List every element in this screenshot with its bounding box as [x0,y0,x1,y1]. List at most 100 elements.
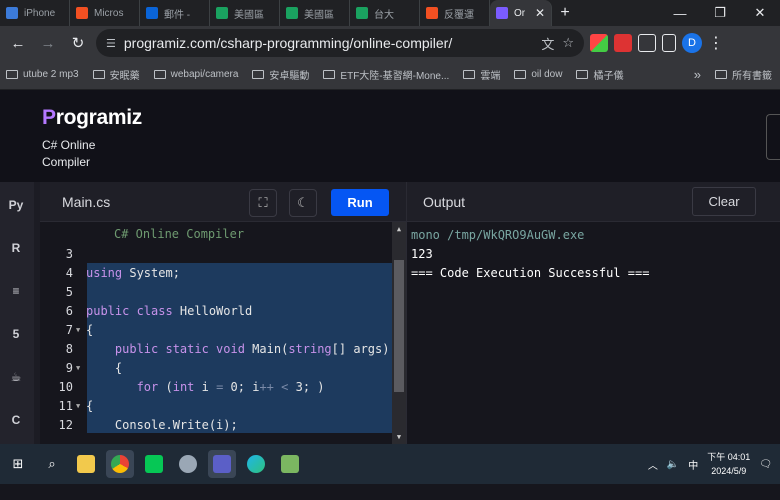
address-bar[interactable]: ☰ programiz.com/csharp-programming/onlin… [96,29,584,57]
back-icon[interactable]: ← [6,31,30,55]
browser-toolbar: ← → ↻ ☰ programiz.com/csharp-programming… [0,26,780,60]
scrollbar-thumb[interactable] [394,260,404,392]
close-tab-icon[interactable]: ✕ [535,6,545,20]
fold-arrow-icon[interactable]: ▼ [76,326,86,334]
scroll-up-icon[interactable]: ▲ [392,222,406,236]
browser-tab[interactable]: iPhone [0,0,70,26]
folder-icon [92,70,105,79]
bookmark-folder[interactable]: webapi/camera [153,69,238,80]
tab-favicon [216,7,228,19]
folder-icon [6,70,18,79]
extension-icon[interactable] [590,34,608,52]
bookmark-folder[interactable]: 安眠藥 [92,67,140,82]
browser-tab[interactable]: 反覆運 [420,0,490,26]
restore-button[interactable]: ❐ [700,0,740,26]
tab-favicon [286,7,298,19]
java-icon[interactable]: ☕ [5,366,27,388]
run-button[interactable]: Run [331,189,389,216]
code-line: 3 [65,246,73,261]
app-icon[interactable] [174,450,202,478]
tab-strip: iPhone Micros 郵件 - 美國區 美國區 台大 反覆運 Or ✕ + … [0,0,780,26]
code-editor[interactable]: C# Online Compiler 3 4 using System; 5 6p… [40,222,406,444]
windows-taskbar: ⊞ ⌕ ︿ 🔈 中 下午 04:01 2024/5/9 🗨 [0,444,780,484]
folder-icon [252,70,265,79]
ime-indicator[interactable]: 中 [688,457,698,472]
bookmark-folder[interactable]: 橘子儀 [576,67,623,82]
photos-icon[interactable] [276,450,304,478]
line-icon[interactable] [140,450,168,478]
folder-icon [323,70,336,79]
editor-header: Main.cs ⛶ ☾ Run [40,182,406,222]
html-icon[interactable]: 5 [5,323,27,345]
menu-kebab-icon[interactable]: ⋮ [708,33,724,53]
fold-arrow-icon[interactable]: ▼ [76,402,86,410]
fullscreen-icon[interactable]: ⛶ [249,189,277,217]
output-line: mono /tmp/WkQRO9AuGW.exe [411,228,585,242]
side-panel-icon[interactable] [662,34,676,52]
theme-moon-icon[interactable]: ☾ [289,189,317,217]
file-tab[interactable]: Main.cs [62,194,110,210]
code-line: 8 public static void Main(string[] args) [65,341,390,356]
bookmark-folder[interactable]: 雲端 [463,67,500,82]
teams-icon[interactable] [208,450,236,478]
file-explorer-icon[interactable] [72,450,100,478]
forward-icon[interactable]: → [36,31,60,55]
translate-icon[interactable]: 文 [541,34,554,53]
bookmark-star-icon[interactable]: ☆ [562,35,574,51]
clock[interactable]: 下午 04:01 2024/5/9 [707,450,750,478]
search-icon[interactable]: ⌕ [38,450,66,478]
editor-scrollbar[interactable]: ▲ ▼ [392,222,406,444]
bookmark-folder[interactable]: utube 2 mp3 [6,69,79,80]
browser-tab[interactable]: 美國區 [210,0,280,26]
side-drawer-handle[interactable] [766,114,780,160]
output-console: mono /tmp/WkQRO9AuGW.exe 123 === Code Ex… [406,222,780,444]
browser-tab[interactable]: Micros [70,0,140,26]
code-line: C# Online Compiler [114,226,245,241]
close-window-button[interactable]: ✕ [740,0,780,26]
reload-icon[interactable]: ↻ [66,31,90,55]
tab-favicon [146,7,158,19]
system-tray: ︿ 🔈 中 下午 04:01 2024/5/9 🗨 [648,444,772,484]
tray-chevron-icon[interactable]: ︿ [648,457,658,472]
r-icon[interactable]: R [5,237,27,259]
url-text[interactable]: programiz.com/csharp-programming/online-… [124,35,533,51]
extensions-puzzle-icon[interactable] [638,34,656,52]
browser-tab-active[interactable]: Or ✕ [490,0,552,26]
bookmark-folder[interactable]: ETF大陸-基習網-Mone... [323,67,449,82]
edge-icon[interactable] [242,450,270,478]
sql-icon[interactable]: ≡ [5,280,27,302]
programiz-logo[interactable]: Programiz [42,106,142,130]
bookmark-folder[interactable]: 安卓驅動 [252,67,309,82]
volume-icon[interactable]: 🔈 [667,459,679,470]
folder-icon [514,70,527,79]
notification-icon[interactable]: 🗨 [759,459,772,470]
extension-icon[interactable] [614,34,632,52]
folder-icon [576,70,589,79]
browser-tab[interactable]: 美國區 [280,0,350,26]
bookmarks-bar: utube 2 mp3 安眠藥 webapi/camera 安卓驅動 ETF大陸… [0,60,780,90]
scroll-down-icon[interactable]: ▼ [392,430,406,444]
python-icon[interactable]: Py [5,194,27,216]
site-info-icon[interactable]: ☰ [106,37,116,50]
fold-arrow-icon[interactable]: ▼ [76,364,86,372]
code-line: 12 Console.Write(i); [58,417,238,432]
minimize-button[interactable]: — [660,0,700,26]
new-tab-button[interactable]: + [552,0,578,26]
site-header: Programiz C# Online Compiler [0,90,780,182]
windows-start-icon[interactable]: ⊞ [4,450,32,478]
browser-tab[interactable]: 台大 [350,0,420,26]
all-bookmarks-button[interactable]: 所有書籤 [715,67,772,82]
code-line: 10 for (int i = 0; i++ < 3; ) [58,379,325,394]
tab-favicon [426,7,438,19]
profile-avatar[interactable]: D [682,33,702,53]
bookmarks-overflow-button[interactable]: » [694,67,701,82]
c-icon[interactable]: C [5,409,27,431]
language-sidebar: Py R ≡ 5 ☕ C [0,182,34,444]
compiler-workspace: Py R ≡ 5 ☕ C Main.cs ⛶ ☾ Run C# Online C… [0,182,780,444]
tab-favicon [356,7,368,19]
tab-favicon [496,7,508,19]
clear-button[interactable]: Clear [692,187,756,216]
bookmark-folder[interactable]: oil dow [514,69,562,80]
chrome-icon[interactable] [106,450,134,478]
browser-tab[interactable]: 郵件 - [140,0,210,26]
